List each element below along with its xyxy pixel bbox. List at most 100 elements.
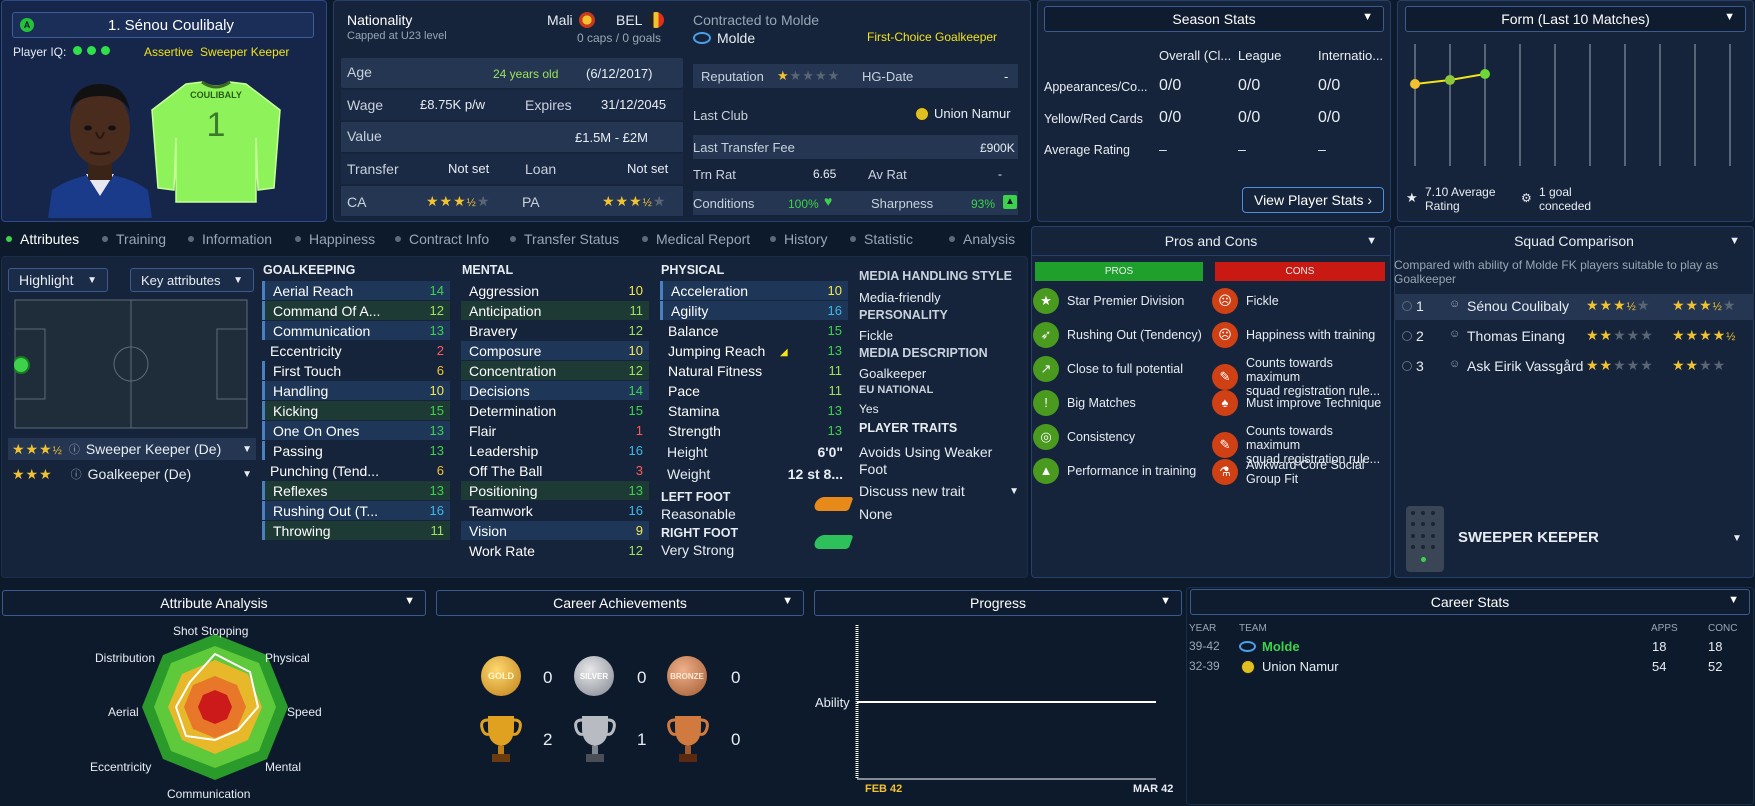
attribute-analysis-header[interactable]: Attribute Analysis ▼ — [2, 590, 426, 616]
attribute-row[interactable]: Leadership 16 — [461, 441, 649, 460]
attribute-row[interactable]: Agility 16 — [660, 301, 848, 320]
form-average: 7.10 Average Rating — [1425, 185, 1496, 213]
discuss-trait-dropdown[interactable]: Discuss new trait ▼ — [859, 483, 1019, 499]
attribute-row[interactable]: Flair 1 — [461, 421, 649, 440]
tab-happiness[interactable]: Happiness — [295, 231, 375, 247]
tab-analysis[interactable]: Analysis — [949, 231, 1015, 247]
tab-contract-info[interactable]: Contract Info — [395, 231, 489, 247]
attribute-value: 13 — [827, 403, 842, 418]
season-cell: – — [1159, 141, 1167, 157]
position-marker — [14, 356, 30, 374]
attribute-row[interactable]: Reflexes 13 — [262, 481, 450, 500]
attribute-row[interactable]: Pace 11 — [660, 381, 848, 400]
season-cell: – — [1238, 141, 1246, 157]
attribute-row[interactable]: Kicking 15 — [262, 401, 450, 420]
career-row[interactable]: 39-42 Molde 18 18 — [1186, 637, 1754, 657]
ca-stars-half: ½ — [466, 197, 477, 209]
con-label: Must improve Technique — [1246, 396, 1382, 410]
attribute-row[interactable]: Concentration 12 — [461, 361, 649, 380]
club-molde[interactable]: Molde — [693, 30, 755, 46]
progress-x-end: MAR 42 — [1133, 783, 1174, 795]
squad-row[interactable]: 2 ☺ Thomas Einang ★★★★★ ★★★★½ — [1394, 324, 1754, 350]
attribute-name: First Touch — [273, 362, 342, 379]
career-achievements-header[interactable]: Career Achievements ▼ — [436, 590, 804, 616]
career-stats-header[interactable]: Career Stats ▼ — [1190, 589, 1750, 615]
form-header[interactable]: Form (Last 10 Matches) ▼ — [1405, 6, 1746, 32]
tab-transfer-status[interactable]: Transfer Status — [510, 231, 619, 247]
attribute-row[interactable]: Positioning 13 — [461, 481, 649, 500]
con-item: ♠ Must improve Technique — [1212, 390, 1390, 416]
attribute-row[interactable]: Jumping Reach 13 — [660, 341, 848, 360]
tab-information[interactable]: Information — [188, 231, 272, 247]
ca-label: CA — [347, 194, 367, 210]
attribute-row[interactable]: Natural Fitness 11 — [660, 361, 848, 380]
attribute-row[interactable]: Throwing 11 — [262, 521, 450, 540]
attribute-row[interactable]: Communication 13 — [262, 321, 450, 340]
attribute-row[interactable]: Off The Ball 3 — [461, 461, 649, 480]
attribute-row[interactable]: First Touch 6 — [262, 361, 450, 380]
attribute-row[interactable]: Balance 15 — [660, 321, 848, 340]
attribute-row[interactable]: Aerial Reach 14 — [262, 281, 450, 300]
attribute-row[interactable]: Teamwork 16 — [461, 501, 649, 520]
attribute-value: 13 — [827, 423, 842, 438]
season-row-label: Average Rating — [1044, 143, 1130, 157]
view-player-stats-button[interactable]: View Player Stats › — [1242, 187, 1384, 213]
left-boot-icon — [812, 497, 854, 511]
last-club[interactable]: Union Namur — [915, 106, 1011, 121]
person-icon: ☺ — [1449, 358, 1461, 370]
career-year: 39-42 — [1189, 639, 1220, 653]
highlight-dropdown[interactable]: Highlight ▼ — [8, 268, 108, 292]
squad-comparison-header[interactable]: Squad Comparison ▼ — [1394, 226, 1754, 256]
attribute-row[interactable]: Handling 10 — [262, 381, 450, 400]
attribute-row[interactable]: Punching (Tend... 6 — [262, 461, 450, 480]
attribute-name: Handling — [273, 382, 329, 399]
attribute-row[interactable]: Passing 13 — [262, 441, 450, 460]
tab-attributes[interactable]: Attributes — [6, 231, 79, 247]
tab-history[interactable]: History — [770, 231, 828, 247]
chevron-down-icon[interactable]: ▼ — [1732, 533, 1742, 544]
progress-header[interactable]: Progress ▼ — [814, 590, 1182, 616]
role-sweeper-keeper[interactable]: ★★★½ ⓘ Sweeper Keeper (De) ▼ — [8, 438, 256, 460]
attribute-row[interactable]: Command Of A... 12 — [262, 301, 450, 320]
age-value: 24 years old — [493, 67, 559, 81]
attribute-row[interactable]: Composure 10 — [461, 341, 649, 360]
attribute-row[interactable]: Aggression 10 — [461, 281, 649, 300]
attribute-row[interactable]: Acceleration 10 — [660, 281, 848, 300]
key-attributes-dropdown[interactable]: Key attributes ▼ — [130, 268, 254, 292]
attribute-row[interactable]: Strength 13 — [660, 421, 848, 440]
conditions-label: Conditions — [693, 196, 755, 211]
player-name: 1. Sénou Coulibaly — [108, 17, 234, 34]
attribute-row[interactable]: Vision 9 — [461, 521, 649, 540]
pros-cons-header[interactable]: Pros and Cons ▼ — [1031, 226, 1391, 256]
left-foot-label: LEFT FOOT — [661, 490, 731, 504]
attribute-name: Concentration — [469, 362, 557, 379]
career-row[interactable]: 32-39 Union Namur 54 52 — [1186, 657, 1754, 677]
progress-ylabel: Ability — [815, 695, 850, 710]
tab-training[interactable]: Training — [102, 231, 166, 247]
attribute-row[interactable]: Determination 15 — [461, 401, 649, 420]
squad-row[interactable]: 3 ☺ Ask Eirik Vassgård ★★★★★ ★★★★ — [1394, 354, 1754, 380]
con-icon: ✎ — [1212, 432, 1238, 458]
attribute-row[interactable]: Bravery 12 — [461, 321, 649, 340]
attribute-row[interactable]: Rushing Out (T... 16 — [262, 501, 450, 520]
attribute-row[interactable]: Anticipation 11 — [461, 301, 649, 320]
attribute-row[interactable]: Eccentricity 2 — [262, 341, 450, 360]
season-stats-header[interactable]: Season Stats ▼ — [1044, 6, 1384, 32]
tab-statistic[interactable]: Statistic — [850, 231, 913, 247]
tab-medical-report[interactable]: Medical Report — [642, 231, 750, 247]
attribute-name: Bravery — [469, 322, 518, 339]
tab-dot — [395, 236, 401, 242]
attribute-row[interactable]: One On Ones 13 — [262, 421, 450, 440]
pro-label: Close to full potential — [1067, 362, 1184, 376]
pro-icon: ➶ — [1033, 322, 1059, 348]
role-goalkeeper[interactable]: ★★★ ⓘ Goalkeeper (De) ▼ — [8, 463, 256, 485]
squad-player-name: Sénou Coulibaly — [1467, 298, 1569, 314]
attribute-row[interactable]: Stamina 13 — [660, 401, 848, 420]
eu-title: EU NATIONAL — [859, 384, 934, 396]
attribute-row[interactable]: Decisions 14 — [461, 381, 649, 400]
squad-row[interactable]: 1 ☺ Sénou Coulibaly ★★★½★ ★★★½★ — [1394, 294, 1754, 320]
attribute-row[interactable]: Work Rate 12 — [461, 541, 649, 560]
attribute-name: Vision — [469, 522, 507, 539]
weight-row: Weight 12 st 8... — [661, 466, 849, 482]
season-col-league: League — [1238, 48, 1282, 63]
